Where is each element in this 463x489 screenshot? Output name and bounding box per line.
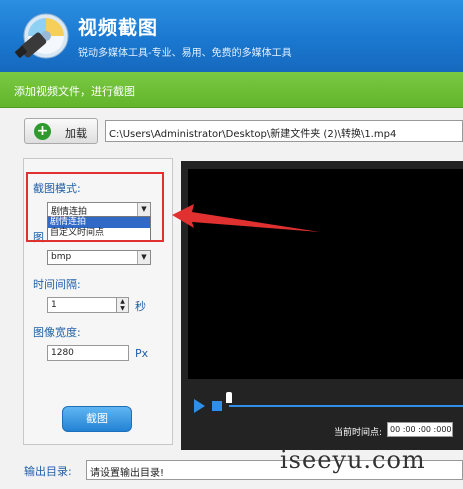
interval-unit: 秒 <box>135 300 146 313</box>
current-time-field[interactable]: 00 :00 :00 :000 <box>387 422 453 437</box>
timeline-handle[interactable] <box>226 392 232 403</box>
image-width-input[interactable]: 1280 <box>47 345 129 361</box>
video-screen <box>188 169 463 379</box>
instruction-text: 添加视频文件，进行截图 <box>14 85 135 98</box>
highlight-box <box>26 172 164 242</box>
app-header: 视频截图 锐动多媒体工具-专业、易用、免费的多媒体工具 <box>0 0 463 72</box>
app-subtitle: 锐动多媒体工具-专业、易用、免费的多媒体工具 <box>78 48 292 59</box>
watermark: iseeyu.com <box>280 446 426 474</box>
stop-icon[interactable] <box>212 401 222 411</box>
app-title: 视频截图 <box>78 17 159 39</box>
image-width-label: 图像宽度: <box>33 326 81 339</box>
current-time-label: 当前时间点: <box>334 428 383 438</box>
video-camera-disc-icon <box>15 13 69 59</box>
play-icon[interactable] <box>194 399 205 413</box>
output-dir-label: 输出目录: <box>24 465 72 478</box>
image-format-value: bmp <box>51 252 72 262</box>
interval-spinner[interactable]: ▲ ▼ <box>116 297 129 313</box>
add-file-label: 加载 <box>65 127 87 140</box>
video-player: 当前时间点: 00 :00 :00 :000 <box>181 161 463 450</box>
timeline-bar[interactable] <box>229 405 463 407</box>
interval-input[interactable]: 1 <box>47 297 117 313</box>
chevron-down-icon[interactable]: ▼ <box>137 251 150 264</box>
plus-icon: + <box>34 123 51 140</box>
add-file-button[interactable]: + 加载 <box>24 118 98 144</box>
file-path-field[interactable]: C:\Users\Administrator\Desktop\新建文件夹 (2)… <box>105 120 463 142</box>
instruction-bar: 添加视频文件，进行截图 <box>0 72 463 108</box>
capture-button[interactable]: 截图 <box>62 406 132 432</box>
image-format-select[interactable]: bmp ▼ <box>47 250 151 265</box>
interval-label: 时间间隔: <box>33 278 81 291</box>
image-width-unit: Px <box>135 347 149 360</box>
